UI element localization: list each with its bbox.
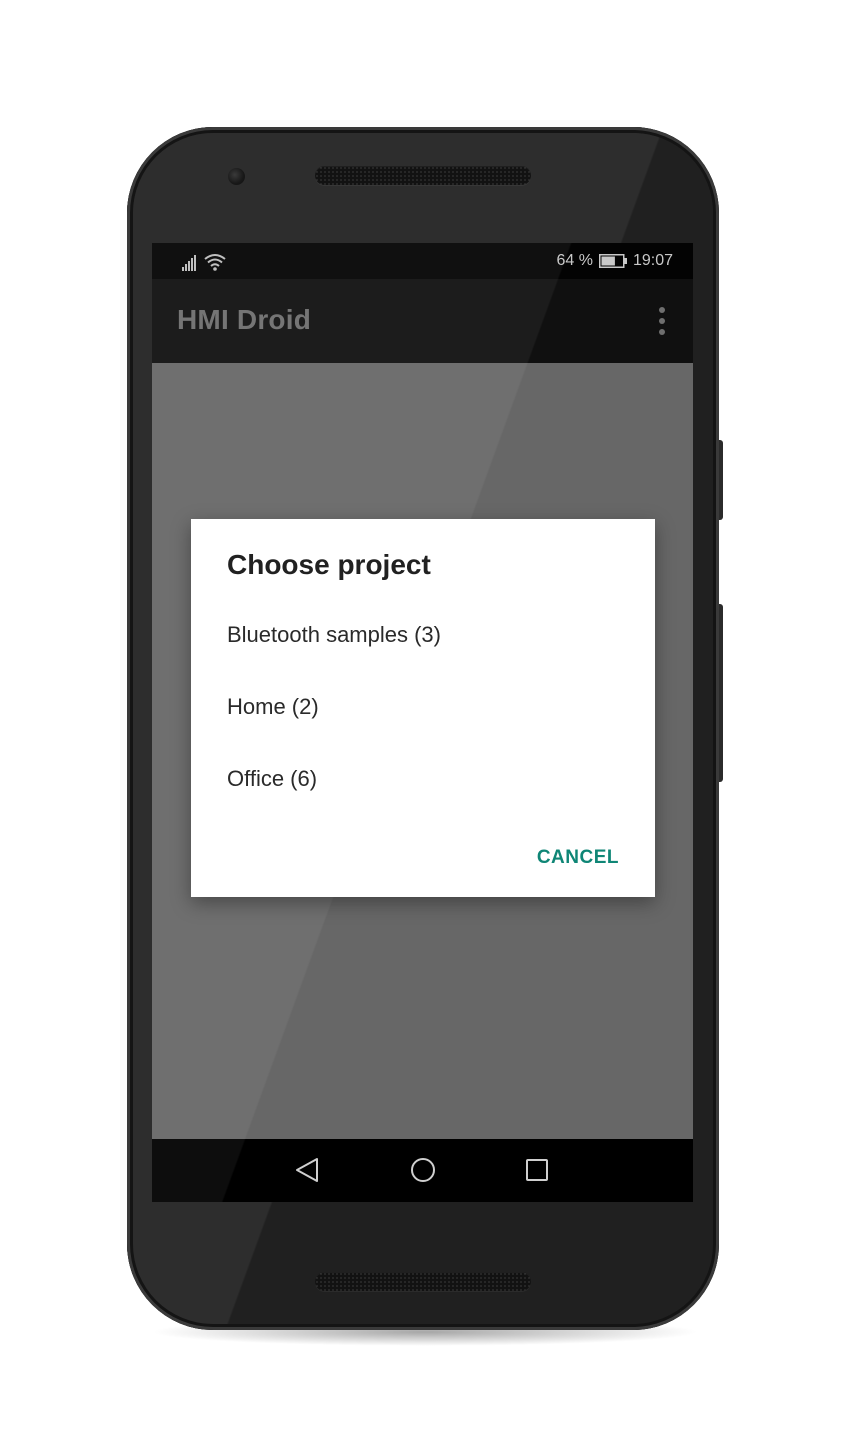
navigation-bar xyxy=(152,1139,693,1202)
app-title: HMI Droid xyxy=(177,304,312,335)
home-icon[interactable] xyxy=(408,1155,438,1185)
status-bar: 64 % 19:07 xyxy=(152,243,693,279)
project-item-home[interactable]: Home (2) xyxy=(191,677,655,749)
device-mockup: 64 % 19:07 HMI Droid Choose project Blue… xyxy=(0,0,849,1456)
wifi-icon xyxy=(204,254,226,271)
front-camera xyxy=(228,168,245,185)
cancel-button[interactable]: CANCEL xyxy=(537,847,619,869)
project-item-bluetooth-samples[interactable]: Bluetooth samples (3) xyxy=(191,605,655,677)
back-icon[interactable] xyxy=(292,1155,322,1185)
signal-icon xyxy=(182,255,198,271)
app-bar: HMI Droid xyxy=(152,279,693,363)
dialog-title: Choose project xyxy=(227,549,431,580)
project-item-office[interactable]: Office (6) xyxy=(191,749,655,821)
top-speaker-grille xyxy=(315,166,531,185)
status-left-icons xyxy=(182,251,226,271)
more-vert-icon[interactable] xyxy=(654,307,670,335)
clock: 19:07 xyxy=(632,252,673,269)
battery-icon xyxy=(598,254,627,268)
choose-project-dialog: Choose project Bluetooth samples (3) Hom… xyxy=(191,519,655,897)
dialog-actions: CANCEL xyxy=(537,847,619,869)
recents-icon[interactable] xyxy=(522,1155,552,1185)
project-list: Bluetooth samples (3) Home (2) Office (6… xyxy=(191,605,655,821)
battery-percent: 64 % xyxy=(556,252,593,269)
bottom-speaker-grille xyxy=(315,1272,531,1291)
status-right: 64 % 19:07 xyxy=(556,251,673,271)
